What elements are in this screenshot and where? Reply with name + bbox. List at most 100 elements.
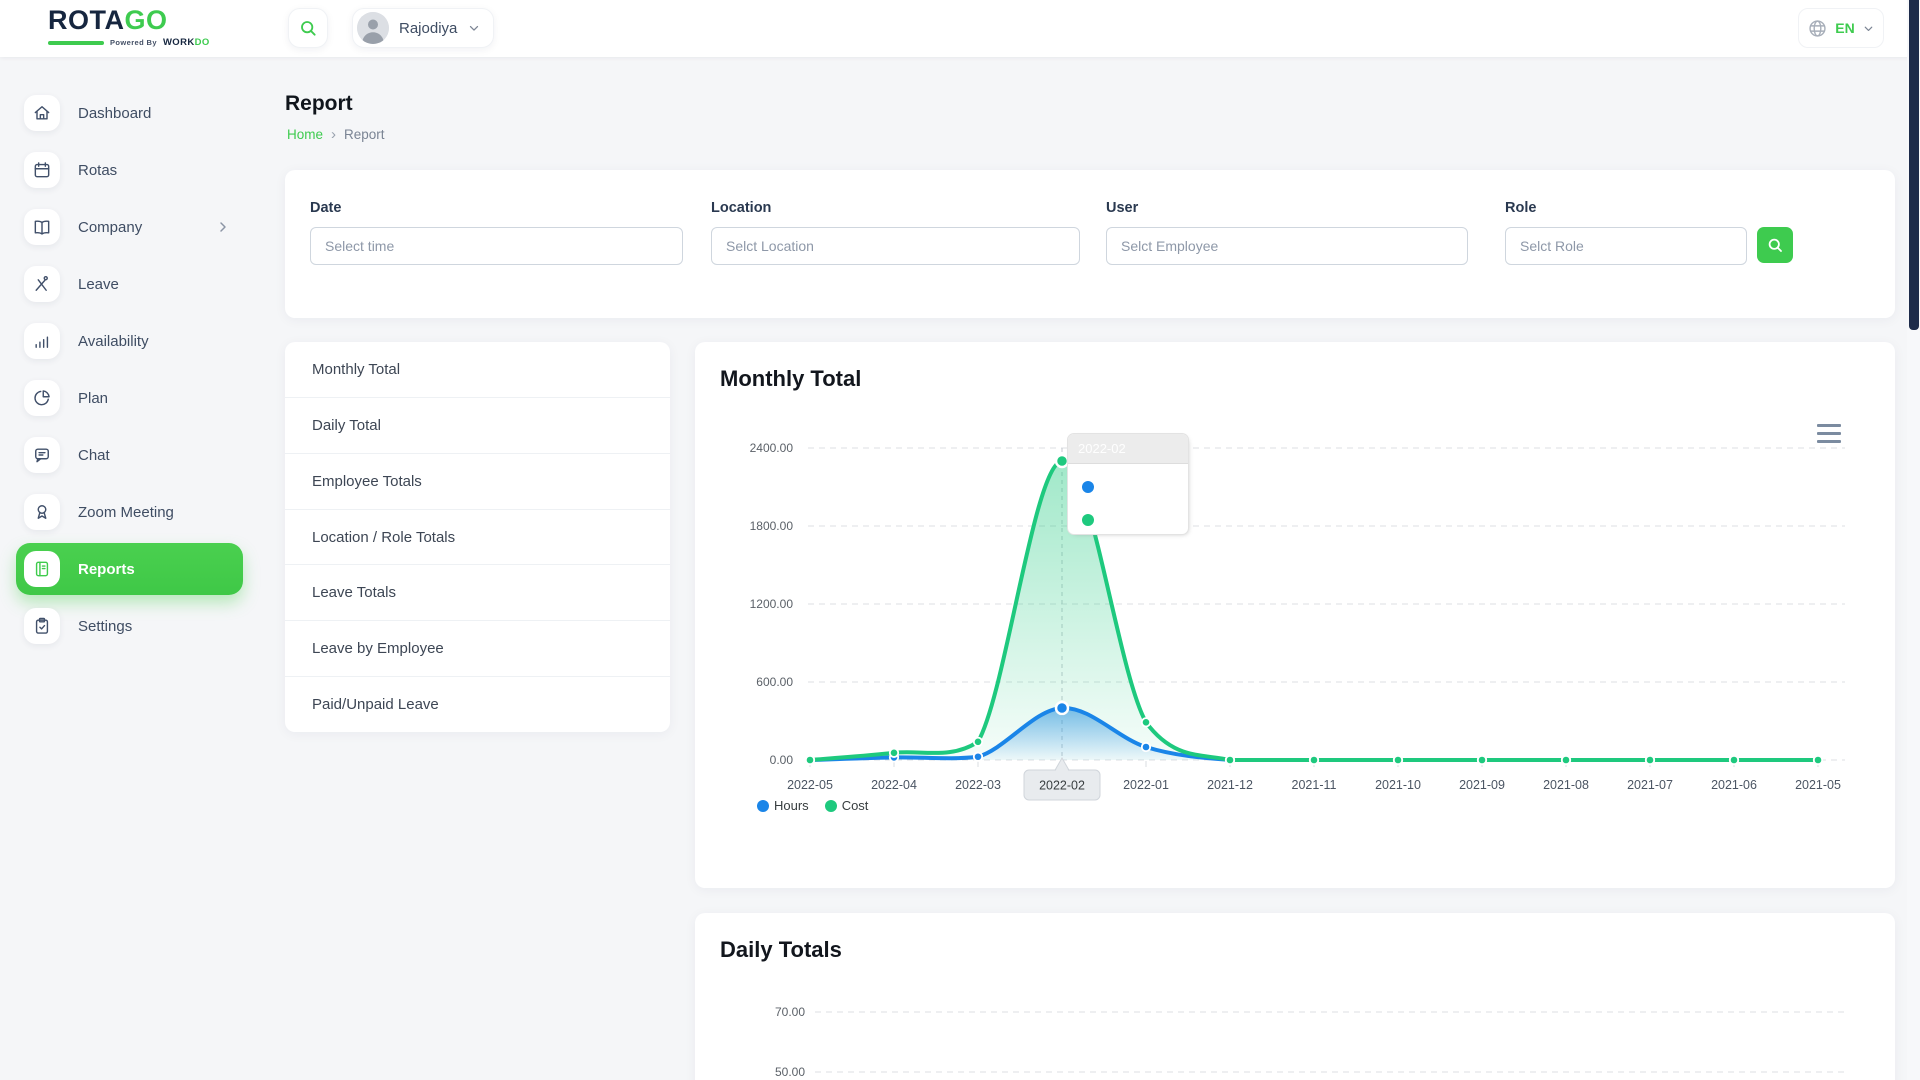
logo-text-accent: GO <box>124 5 168 35</box>
report-menu-item-location-role-totals[interactable]: Location / Role Totals <box>285 510 670 566</box>
sidebar-item-dashboard[interactable]: Dashboard <box>16 87 243 139</box>
book-open-icon <box>24 209 60 245</box>
sidebar-item-label: Rotas <box>78 161 118 179</box>
pie-chart-icon <box>24 380 60 416</box>
breadcrumb: Home › Report <box>287 127 385 142</box>
chat-icon <box>24 437 60 473</box>
filter-label-date: Date <box>310 200 342 216</box>
legend-item-cost[interactable]: Cost <box>824 798 869 813</box>
filter-label-user: User <box>1106 200 1139 216</box>
user-menu[interactable]: Rajodiya <box>352 8 495 48</box>
person-leave-icon <box>24 266 60 302</box>
svg-text:1800.00: 1800.00 <box>750 519 794 533</box>
filter-card: Date Location User Role <box>285 170 1895 318</box>
sidebar-item-label: Chat <box>78 446 110 464</box>
report-menu-item-leave-by-employee[interactable]: Leave by Employee <box>285 621 670 678</box>
sidebar-item-chat[interactable]: Chat <box>16 429 243 481</box>
date-filter-input[interactable] <box>310 227 683 265</box>
scrollbar-thumb[interactable] <box>1908 0 1919 330</box>
sidebar-item-label: Leave <box>78 275 119 293</box>
sidebar-item-label: Zoom Meeting <box>78 503 174 521</box>
report-menu-item-employee-totals[interactable]: Employee Totals <box>285 454 670 510</box>
search-icon <box>1766 236 1784 254</box>
svg-text:2022-03: 2022-03 <box>955 778 1001 792</box>
svg-text:70.00: 70.00 <box>775 1005 805 1019</box>
svg-text:2021-05: 2021-05 <box>1795 778 1841 792</box>
legend-item-hours[interactable]: Hours <box>757 798 809 813</box>
bar-chart-icon <box>24 323 60 359</box>
daily-chart-svg[interactable]: 70.00 50.00 <box>695 913 1895 1080</box>
tooltip-hours-dot <box>1082 481 1094 493</box>
role-filter-input[interactable] <box>1505 227 1747 265</box>
chevron-down-icon <box>467 21 481 35</box>
sidebar-item-label: Plan <box>78 389 109 407</box>
legend-dot <box>757 799 769 812</box>
chevron-down-icon <box>1862 22 1875 35</box>
filter-search-button[interactable] <box>1757 227 1793 263</box>
svg-text:2021-11: 2021-11 <box>1292 778 1337 792</box>
chart-tooltip: 2022-02 <box>1067 433 1189 535</box>
report-menu-item-leave-totals[interactable]: Leave Totals <box>285 565 670 622</box>
logo-text-primary: ROTA <box>48 5 125 35</box>
chevron-right-icon <box>215 219 231 235</box>
sidebar-item-label: Reports <box>78 560 135 578</box>
user-avatar <box>357 12 389 44</box>
user-filter-input[interactable] <box>1106 227 1468 265</box>
location-filter-input[interactable] <box>711 227 1080 265</box>
svg-text:2022-02: 2022-02 <box>1039 779 1085 793</box>
svg-text:2021-09: 2021-09 <box>1459 778 1505 792</box>
clipboard-check-icon <box>24 608 60 644</box>
report-book-icon <box>24 551 60 587</box>
sidebar-item-label: Company <box>78 218 143 236</box>
logo-brand-primary: WORK <box>162 37 195 48</box>
sidebar-item-zoom-meeting[interactable]: Zoom Meeting <box>16 486 243 538</box>
logo-text: ROTAGO <box>48 7 210 34</box>
report-menu-item-monthly-total[interactable]: Monthly Total <box>285 342 670 398</box>
sidebar-item-settings[interactable]: Settings <box>16 600 243 652</box>
search-button[interactable] <box>288 8 328 48</box>
report-menu-item-paid-unpaid-leave[interactable]: Paid/Unpaid Leave <box>285 677 670 732</box>
breadcrumb-home-link[interactable]: Home <box>287 127 323 142</box>
svg-text:2021-10: 2021-10 <box>1375 778 1421 792</box>
chart-legend: Hours Cost <box>757 798 868 813</box>
breadcrumb-separator-icon: › <box>331 126 337 143</box>
legend-label: Hours <box>774 798 809 813</box>
tooltip-cost-dot <box>1082 514 1094 526</box>
calendar-icon <box>24 152 60 188</box>
svg-text:0.00: 0.00 <box>770 753 794 767</box>
user-name: Rajodiya <box>399 19 458 37</box>
svg-text:2022-04: 2022-04 <box>871 778 917 792</box>
sidebar-nav: Dashboard Rotas Company Leave Availability Pl… <box>0 57 265 1080</box>
sidebar-item-company[interactable]: Company <box>16 201 243 253</box>
globe-icon <box>1807 18 1828 39</box>
sidebar-item-label: Availability <box>78 332 149 350</box>
svg-text:2022-05: 2022-05 <box>787 778 833 792</box>
legend-label: Cost <box>841 798 869 813</box>
sidebar-item-availability[interactable]: Availability <box>16 315 243 367</box>
sidebar-item-leave[interactable]: Leave <box>16 258 243 310</box>
sidebar-item-label: Dashboard <box>78 104 152 122</box>
chart-tooltip-title: 2022-02 <box>1068 434 1188 464</box>
svg-text:2021-07: 2021-07 <box>1627 778 1673 792</box>
sidebar-item-plan[interactable]: Plan <box>16 372 243 424</box>
logo-brand: WORKDO <box>163 38 210 48</box>
filter-label-role: Role <box>1505 200 1537 216</box>
monthly-chart-svg[interactable]: 0.00 600.00 1200.00 1800.00 2400.00 2022-05 20… <box>695 342 1895 888</box>
svg-text:2021-06: 2021-06 <box>1711 778 1757 792</box>
filter-label-location: Location <box>711 200 772 216</box>
page-scrollbar[interactable] <box>1907 0 1920 1080</box>
breadcrumb-current: Report <box>344 127 385 142</box>
logo-powered-by: Powered By <box>110 38 157 47</box>
topbar: ROTAGO Powered By WORKDO Rajodiya EN <box>0 0 1920 57</box>
sidebar-item-rotas[interactable]: Rotas <box>16 144 243 196</box>
report-menu-item-daily-total[interactable]: Daily Total <box>285 398 670 454</box>
sidebar-item-reports[interactable]: Reports <box>16 543 243 595</box>
search-icon <box>298 18 318 38</box>
svg-text:2021-08: 2021-08 <box>1543 778 1589 792</box>
svg-text:2022-01: 2022-01 <box>1123 778 1169 792</box>
logo-brand-accent: DO <box>194 37 210 48</box>
svg-text:600.00: 600.00 <box>756 675 793 689</box>
language-selector[interactable]: EN <box>1798 8 1884 48</box>
legend-dot <box>824 799 837 812</box>
app-logo[interactable]: ROTAGO Powered By WORKDO <box>48 7 210 48</box>
